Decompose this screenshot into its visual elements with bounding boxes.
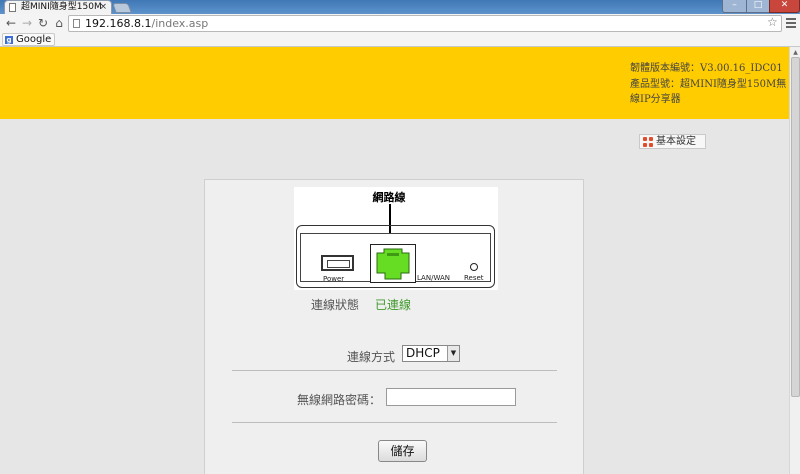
tab-close-icon[interactable]: × <box>99 1 107 13</box>
menu-icon[interactable] <box>786 18 796 28</box>
connection-status-label: 連線狀態 <box>311 298 360 312</box>
divider <box>232 422 557 423</box>
power-port-icon <box>321 255 354 271</box>
connection-type-label: 連線方式 <box>347 350 396 364</box>
browser-tab[interactable]: 超MINI隨身型150M × <box>4 0 112 14</box>
firmware-version: 韌體版本編號：V3.00.16_IDC01 <box>630 63 783 74</box>
address-bar[interactable]: 192.168.8.1/index.asp <box>68 15 782 32</box>
router-front-panel: Power LAN/WAN Reset <box>300 233 491 283</box>
lan-port-icon <box>370 244 416 283</box>
cable-label: 網路線 <box>372 191 406 204</box>
new-tab-button[interactable] <box>112 3 132 13</box>
browser-title-bar: 超MINI隨身型150M × – □ ✕ <box>0 0 800 14</box>
lan-port-label: LAN/WAN <box>417 274 451 282</box>
bookmarks-bar: g Google <box>0 33 800 47</box>
reload-icon[interactable]: ↻ <box>36 16 50 30</box>
tab-title: 超MINI隨身型150M <box>21 2 102 12</box>
browser-toolbar: ← → ↻ ⌂ 192.168.8.1/index.asp ☆ <box>0 14 800 33</box>
power-port-label: Power <box>323 275 345 283</box>
minimize-button[interactable]: – <box>722 0 747 13</box>
product-model: 產品型號：超MINI隨身型150M無線IP分享器 <box>630 79 787 105</box>
back-arrow-icon[interactable]: ← <box>4 16 18 30</box>
reset-label: Reset <box>464 274 484 282</box>
url-host: 192.168.8.1 <box>85 17 152 30</box>
router-body: Power LAN/WAN Reset <box>296 225 495 288</box>
bookmark-google[interactable]: g Google <box>2 33 56 46</box>
quick-setup-panel: 網路線 Power LAN/WAN Reset 連線狀態 已連線 連線方式 DH… <box>204 179 584 474</box>
connection-type-value: DHCP <box>406 346 440 360</box>
header-band: 韌體版本編號：V3.00.16_IDC01 產品型號：超MINI隨身型150M無… <box>0 47 789 119</box>
basic-settings-button[interactable]: 基本設定 <box>639 134 706 149</box>
home-icon[interactable]: ⌂ <box>52 16 66 30</box>
wireless-password-label: 無線網路密碼： <box>297 393 382 407</box>
page-icon <box>73 19 80 28</box>
divider <box>232 370 557 371</box>
vertical-scrollbar[interactable]: ▲ <box>789 47 800 474</box>
reset-button-icon <box>470 263 478 271</box>
scrollbar-thumb[interactable] <box>791 57 800 397</box>
page-icon <box>9 3 16 12</box>
connection-type-select[interactable]: DHCP ▼ <box>402 345 460 362</box>
star-icon[interactable]: ☆ <box>767 15 778 29</box>
url-path: /index.asp <box>151 17 209 30</box>
settings-icon <box>643 137 653 147</box>
dropdown-arrow-icon[interactable]: ▼ <box>447 346 459 361</box>
forward-arrow-icon[interactable]: → <box>20 16 34 30</box>
close-window-button[interactable]: ✕ <box>769 0 800 13</box>
basic-settings-label: 基本設定 <box>656 136 696 147</box>
maximize-button[interactable]: □ <box>746 0 770 13</box>
google-icon: g <box>5 36 13 44</box>
page-viewport: 韌體版本編號：V3.00.16_IDC01 產品型號：超MINI隨身型150M無… <box>0 47 789 474</box>
scroll-up-icon[interactable]: ▲ <box>791 49 800 57</box>
bookmark-label: Google <box>16 34 52 45</box>
wireless-password-input[interactable] <box>386 388 516 406</box>
save-button[interactable]: 儲存 <box>378 440 427 462</box>
router-diagram: 網路線 Power LAN/WAN Reset <box>294 187 498 290</box>
connection-status-value: 已連線 <box>375 298 412 312</box>
